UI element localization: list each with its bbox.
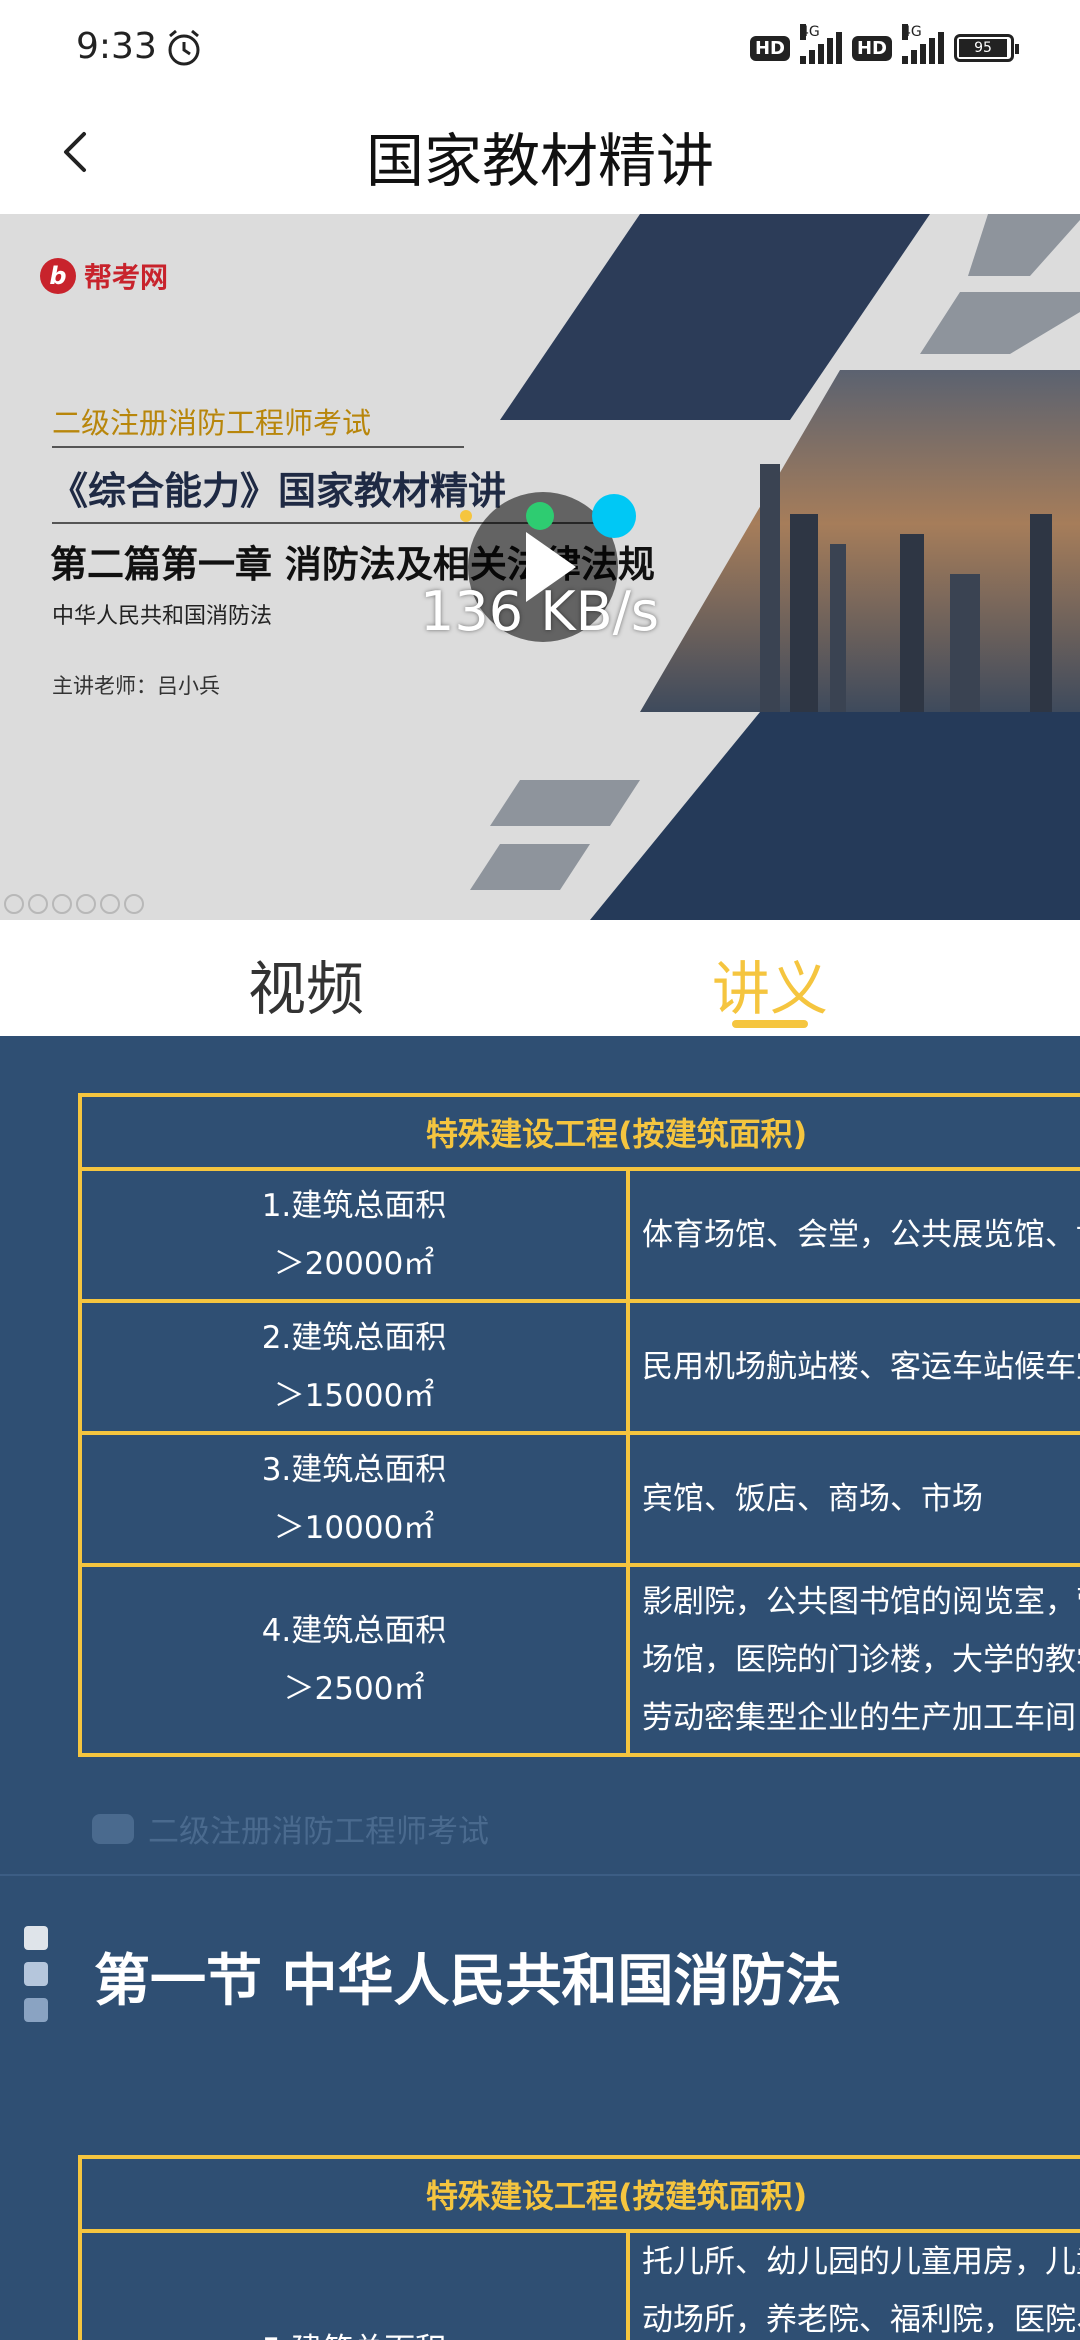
hd-badge: HD: [749, 35, 790, 61]
logo-text: 帮考网: [84, 261, 169, 294]
tab-bar: 视频 讲义: [0, 920, 1080, 1036]
table-row: 5.建筑总面积 托儿所、幼儿园的儿童用房，儿童游乐厅等室内儿童活 动场所，养老院…: [78, 2229, 1080, 2340]
decor-squares-icon: [24, 1926, 48, 2034]
battery-level: 95: [959, 39, 1007, 57]
brand-logo: b 帮考网: [40, 256, 168, 296]
signal-icon: 4G: [902, 24, 944, 64]
spec-table: 特殊建设工程(按建筑面积) 5.建筑总面积 托儿所、幼儿园的儿童用房，儿童游乐厅…: [78, 2155, 1080, 2340]
status-time: 9:33: [76, 26, 157, 67]
label-line: 2.建筑总面积: [261, 1320, 447, 1356]
slide-divider: [52, 446, 464, 448]
row-label: 5.建筑总面积: [78, 2229, 630, 2340]
row-description: 宾馆、饭店、商场、市场: [626, 1431, 1080, 1567]
status-icons: HD 4G HD 4G 95: [749, 24, 1019, 68]
desc-line: 体育场馆、会堂，公共展览馆、博物馆的展示厅: [642, 1217, 1080, 1253]
decor-square: [24, 1998, 48, 2022]
label-line: ＞15000㎡: [273, 1378, 435, 1414]
notes-content[interactable]: 特殊建设工程(按建筑面积) 1.建筑总面积 ＞20000㎡ 体育场馆、会堂，公共展…: [0, 1036, 1080, 2340]
alarm-icon: [168, 29, 200, 66]
loading-dot: [460, 510, 472, 522]
active-tab-indicator: [732, 1020, 808, 1028]
table-row: 3.建筑总面积 ＞10000㎡ 宾馆、饭店、商场、市场: [78, 1431, 1080, 1567]
control-icon[interactable]: [100, 894, 120, 914]
row-description: 民用机场航站楼、客运车站候车室、客运码头候船厅: [626, 1299, 1080, 1435]
row-label: 2.建筑总面积 ＞15000㎡: [78, 1299, 630, 1435]
battery-icon: 95: [954, 34, 1019, 62]
label-line: 3.建筑总面积: [261, 1452, 447, 1488]
tab-video[interactable]: 视频: [248, 942, 364, 1026]
decor-square: [24, 1962, 48, 1986]
watermark-icon: [92, 1813, 134, 1844]
watermark-text: 二级注册消防工程师考试: [148, 1814, 489, 1850]
desc-line: 劳动密集型企业的生产加工车间，寺庙、教堂: [642, 1700, 1080, 1736]
label-line: ＞10000㎡: [273, 1510, 435, 1546]
spec-table: 特殊建设工程(按建筑面积) 1.建筑总面积 ＞20000㎡ 体育场馆、会堂，公共展…: [78, 1093, 1080, 1757]
page-title: 国家教材精讲: [365, 127, 714, 195]
download-speed: 136 KB/s: [420, 580, 660, 643]
label-line: 4.建筑总面积: [261, 1613, 447, 1649]
loading-dot: [592, 494, 636, 538]
desc-line: 宾馆、饭店、商场、市场: [642, 1481, 983, 1517]
desc-line: 民用机场航站楼、客运车站候车室、客运码头候船厅: [642, 1349, 1080, 1385]
video-player[interactable]: b 帮考网 二级注册消防工程师考试 《综合能力》国家教材精讲 第二篇第一章 消防…: [0, 214, 1080, 920]
status-bar: 9:33 HD 4G HD 4G 95: [0, 0, 1080, 96]
row-label: 1.建筑总面积 ＞20000㎡: [78, 1167, 630, 1303]
page-divider: [0, 1874, 1080, 1876]
desc-line: 动场所，养老院、福利院，医院、疗养院的病房楼，: [642, 2302, 1080, 2338]
header: 国家教材精讲: [0, 96, 1080, 214]
slide-teacher: 主讲老师：吕小兵: [52, 674, 220, 698]
table-header: 特殊建设工程(按建筑面积): [78, 2155, 1080, 2233]
slide-book-title: 《综合能力》国家教材精讲: [50, 469, 507, 513]
label-line: ＞2500㎡: [283, 1671, 425, 1707]
row-description: 托儿所、幼儿园的儿童用房，儿童游乐厅等室内儿童活 动场所，养老院、福利院，医院、…: [626, 2229, 1080, 2340]
control-icon[interactable]: [76, 894, 96, 914]
label-line: 5.建筑总面积: [82, 2321, 626, 2340]
control-icon[interactable]: [28, 894, 48, 914]
desc-line: 托儿所、幼儿园的儿童用房，儿童游乐厅等室内儿童活: [642, 2244, 1080, 2280]
row-description: 体育场馆、会堂，公共展览馆、博物馆的展示厅: [626, 1167, 1080, 1303]
section-title: 第一节 中华人民共和国消防法: [94, 1949, 842, 2014]
screen: 9:33 HD 4G HD 4G 95 国家教材精讲 b 帮考网 二级注册消防工…: [0, 0, 1080, 2340]
label-line: 1.建筑总面积: [261, 1188, 447, 1224]
row-label: 4.建筑总面积 ＞2500㎡: [78, 1563, 630, 1757]
label-line: ＞20000㎡: [273, 1246, 435, 1282]
logo-mark: b: [40, 258, 76, 294]
slide-law: 中华人民共和国消防法: [52, 604, 273, 629]
loading-dot: [526, 502, 554, 530]
tab-notes[interactable]: 讲义: [712, 942, 828, 1026]
table-header: 特殊建设工程(按建筑面积): [78, 1093, 1080, 1171]
control-icon[interactable]: [124, 894, 144, 914]
desc-line: 影剧院，公共图书馆的阅览室，营业性室内健身、休闲: [642, 1584, 1080, 1620]
slide-controls: [4, 894, 144, 914]
control-icon[interactable]: [52, 894, 72, 914]
table-row: 1.建筑总面积 ＞20000㎡ 体育场馆、会堂，公共展览馆、博物馆的展示厅: [78, 1167, 1080, 1303]
table-row: 4.建筑总面积 ＞2500㎡ 影剧院，公共图书馆的阅览室，营业性室内健身、休闲 场…: [78, 1563, 1080, 1757]
network-type: 4G: [902, 24, 922, 40]
control-icon[interactable]: [4, 894, 24, 914]
table-row: 2.建筑总面积 ＞15000㎡ 民用机场航站楼、客运车站候车室、客运码头候船厅: [78, 1299, 1080, 1435]
row-label: 3.建筑总面积 ＞10000㎡: [78, 1431, 630, 1567]
network-type: 4G: [799, 24, 820, 40]
desc-line: 场馆，医院的门诊楼，大学的教学楼、图书馆、食堂，: [642, 1642, 1080, 1678]
row-description: 影剧院，公共图书馆的阅览室，营业性室内健身、休闲 场馆，医院的门诊楼，大学的教学…: [626, 1563, 1080, 1757]
slide-exam-name: 二级注册消防工程师考试: [52, 406, 372, 440]
decor-square: [24, 1926, 48, 1950]
hd-badge: HD: [851, 35, 892, 61]
watermark: 二级注册消防工程师考试: [92, 1806, 489, 1851]
signal-icon: 4G: [799, 24, 842, 64]
